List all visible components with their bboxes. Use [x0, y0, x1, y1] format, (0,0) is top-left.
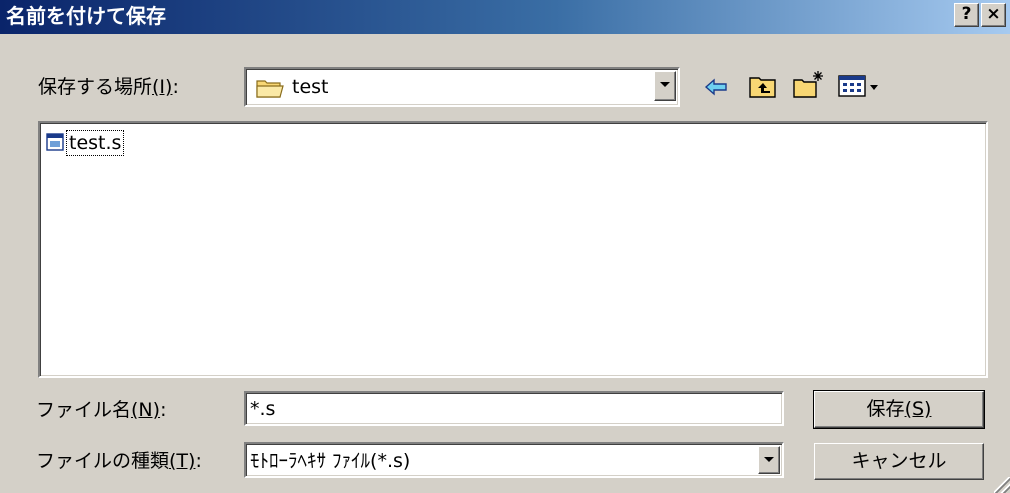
title-bar[interactable]: 名前を付けて保存 ? × — [0, 0, 1010, 34]
view-menu-icon[interactable] — [838, 74, 884, 98]
filename-label-text: ファイル名 — [36, 399, 132, 421]
filename-label: ファイル名(N): — [36, 398, 166, 422]
location-label-text: 保存する場所 — [38, 76, 153, 98]
help-button[interactable]: ? — [954, 3, 979, 27]
location-label: 保存する場所(I): — [38, 75, 179, 99]
location-dropdown-button[interactable] — [654, 71, 676, 101]
filetype-hotkey: (T) — [169, 450, 196, 472]
window-title: 名前を付けて保存 — [6, 4, 166, 28]
up-folder-icon[interactable] — [748, 72, 778, 100]
location-combobox[interactable]: test — [244, 67, 680, 107]
cancel-button[interactable]: キャンセル — [814, 443, 984, 480]
filetype-label-suffix: : — [195, 450, 202, 472]
save-button[interactable]: 保存(S) — [813, 390, 985, 429]
filetype-value: ﾓﾄﾛｰﾗﾍｷｻ ﾌｧｲﾙ(*.s) — [250, 450, 411, 472]
filetype-dropdown-button[interactable] — [758, 446, 780, 474]
location-value: test — [292, 76, 329, 98]
back-arrow-icon[interactable] — [704, 76, 730, 98]
location-hotkey: (I) — [152, 76, 173, 98]
new-folder-icon[interactable] — [792, 68, 826, 100]
filename-value: *.s — [250, 398, 276, 420]
list-item-label: test.s — [66, 130, 125, 156]
location-label-suffix: : — [172, 76, 179, 98]
file-list-pane[interactable] — [38, 121, 988, 378]
filetype-label-text: ファイルの種類 — [36, 450, 170, 472]
filename-hotkey: (N) — [131, 399, 161, 421]
close-button[interactable]: × — [981, 3, 1006, 27]
filetype-combobox[interactable]: ﾓﾄﾛｰﾗﾍｷｻ ﾌｧｲﾙ(*.s) — [244, 442, 784, 478]
save-as-dialog: 名前を付けて保存 ? × 保存する場所(I): test test.s ファイル… — [0, 0, 1010, 493]
filename-input[interactable]: *.s — [244, 391, 784, 426]
filename-label-suffix: : — [160, 399, 167, 421]
file-icon — [46, 133, 64, 151]
save-button-label: 保存 — [866, 398, 905, 420]
folder-icon — [256, 80, 284, 98]
resize-grip[interactable] — [994, 477, 1010, 493]
save-button-hotkey: (S) — [904, 398, 932, 420]
filetype-label: ファイルの種類(T): — [36, 449, 202, 473]
